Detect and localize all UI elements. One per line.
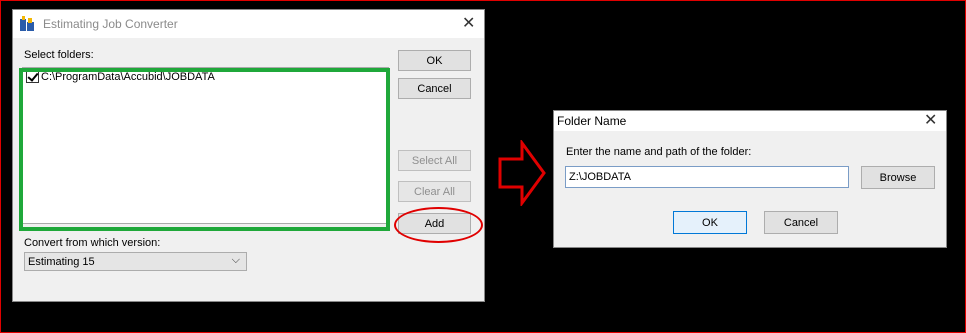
ok-button[interactable]: OK	[398, 50, 471, 71]
select-folders-label: Select folders:	[24, 49, 94, 61]
version-selected-value: Estimating 15	[28, 255, 95, 268]
version-select[interactable]: Estimating 15 ⌵	[24, 252, 247, 271]
window-title: Estimating Job Converter	[43, 17, 178, 31]
window-title: Folder Name	[557, 114, 627, 128]
job-converter-dialog: Estimating Job Converter ✕ Select folder…	[12, 9, 485, 302]
close-icon[interactable]: ✕	[462, 16, 475, 32]
folder-prompt-label: Enter the name and path of the folder:	[566, 146, 752, 158]
title-bar: Estimating Job Converter ✕	[13, 10, 484, 38]
add-highlight-oval	[394, 207, 483, 243]
list-highlight-box	[19, 68, 390, 231]
title-bar: Folder Name ✕	[554, 111, 946, 131]
cancel-button[interactable]: Cancel	[398, 78, 471, 99]
cancel-button[interactable]: Cancel	[764, 211, 838, 234]
close-icon[interactable]: ✕	[924, 113, 937, 129]
app-icon	[20, 16, 34, 31]
clear-all-button[interactable]: Clear All	[398, 181, 471, 202]
select-all-button[interactable]: Select All	[398, 150, 471, 171]
folder-path-input[interactable]	[565, 166, 849, 188]
browse-button[interactable]: Browse	[861, 166, 935, 189]
right-arrow-icon	[498, 140, 546, 206]
chevron-down-icon: ⌵	[231, 254, 240, 266]
folder-name-dialog: Folder Name ✕ Enter the name and path of…	[553, 110, 947, 248]
version-label: Convert from which version:	[24, 237, 161, 249]
ok-button[interactable]: OK	[673, 211, 747, 234]
